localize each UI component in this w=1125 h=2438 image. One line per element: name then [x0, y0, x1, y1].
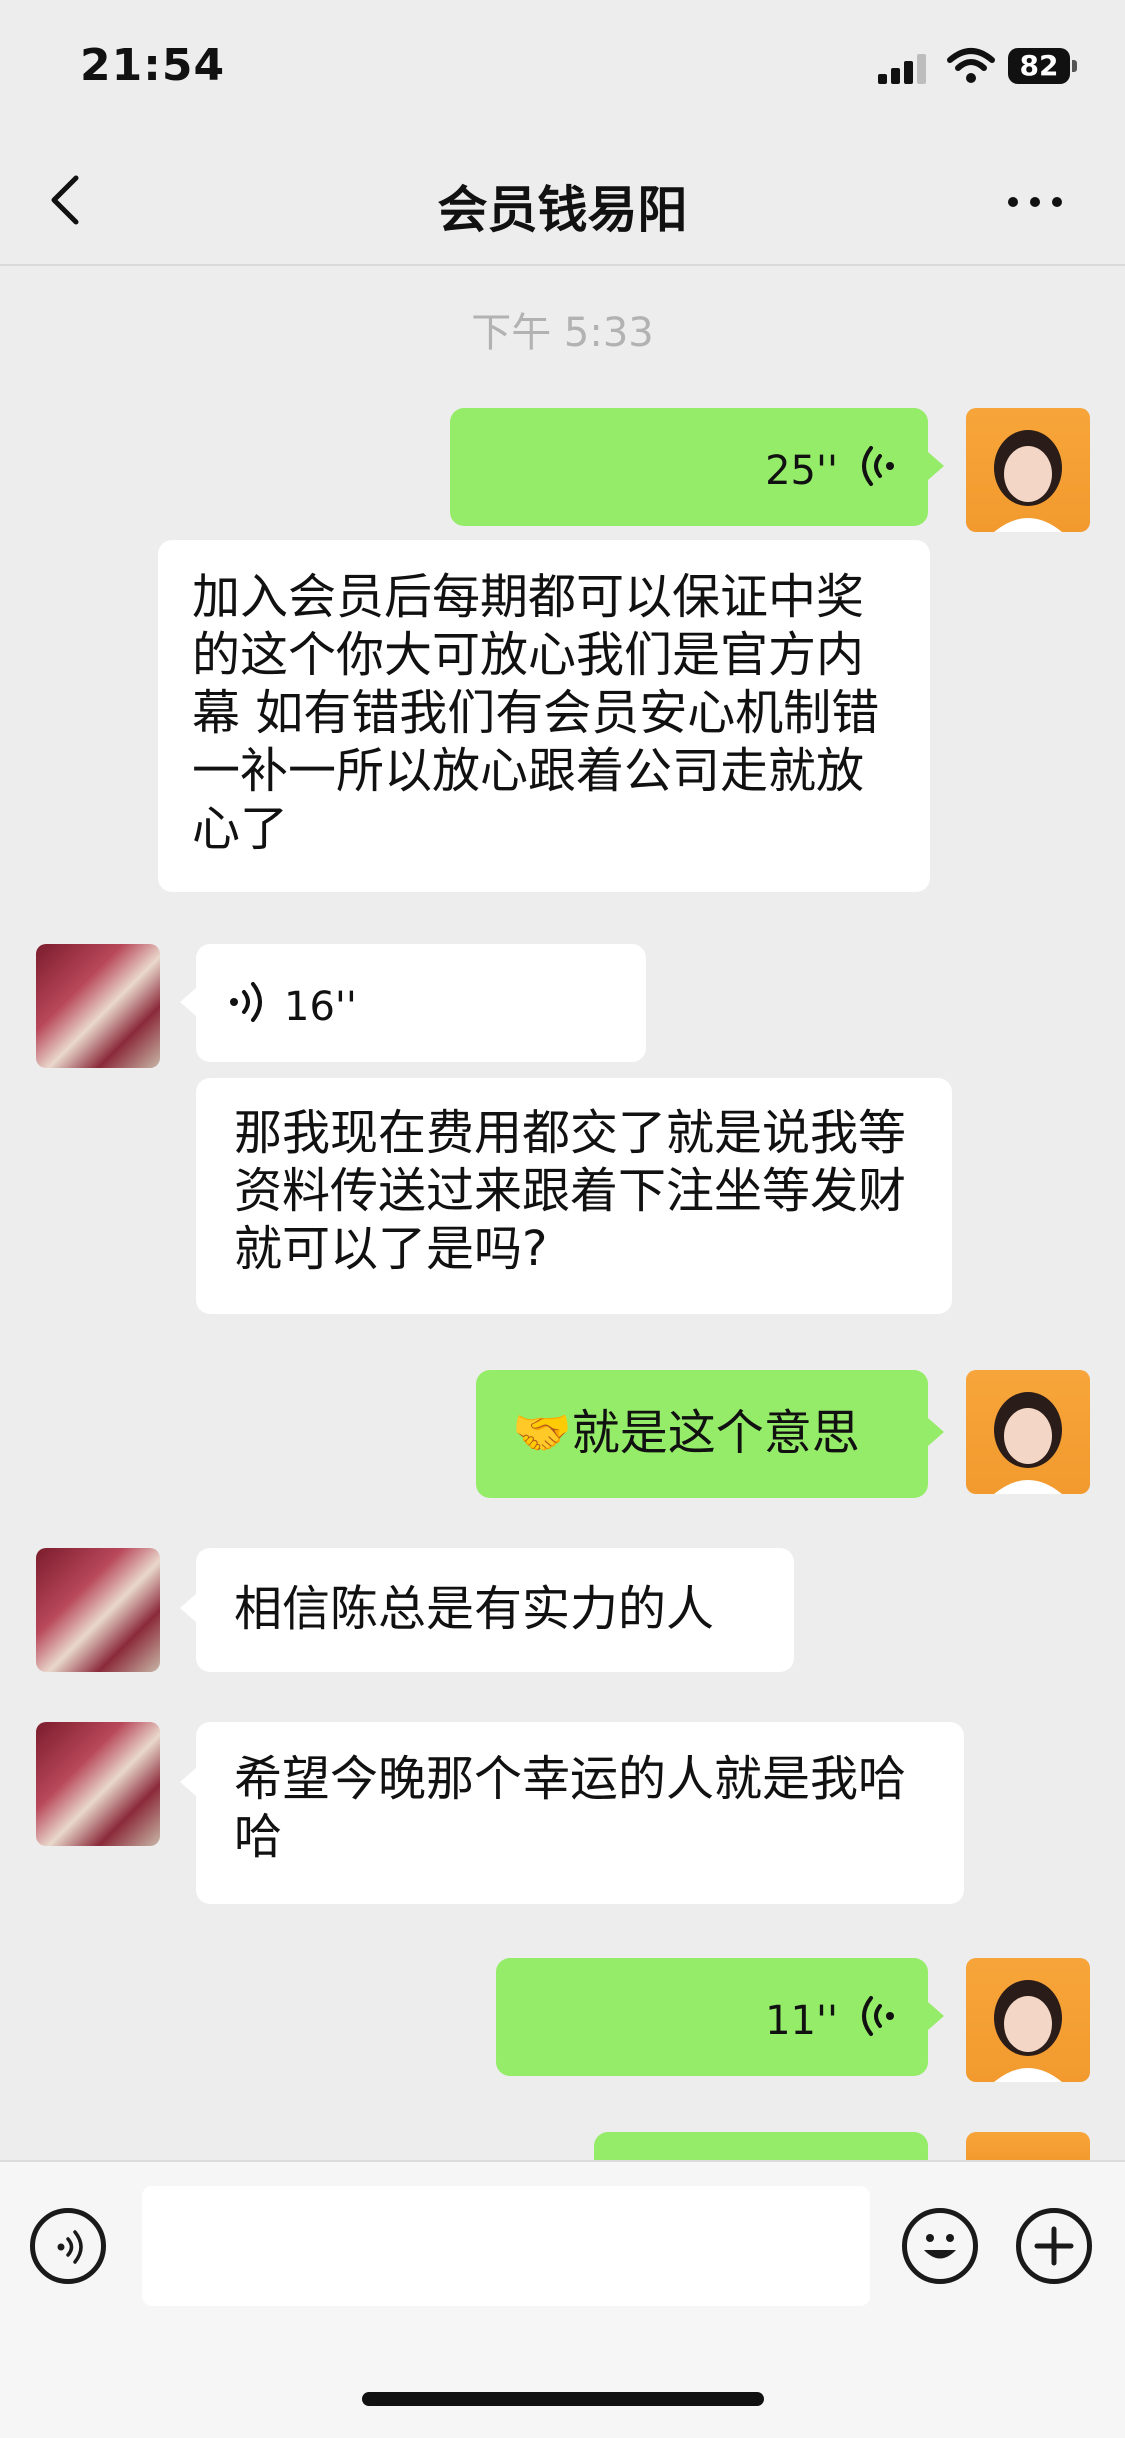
- message-text-bubble: 那我现在费用都交了就是说我等资料传送过来跟着下注坐等发财就可以了是吗?: [196, 1078, 952, 1314]
- voice-message-bubble[interactable]: 25'': [450, 408, 944, 526]
- voice-duration: 16'': [284, 984, 357, 1030]
- voice-wave-icon: [862, 1996, 894, 2036]
- message-text-bubble: 加入会员后每期都可以保证中奖的这个你大可放心我们是官方内幕 如有错我们有会员安心…: [158, 540, 930, 892]
- message-text: 希望今晚那个幸运的人就是我哈哈: [234, 1751, 907, 1865]
- wifi-icon: [947, 48, 995, 83]
- chat-header: 会员钱易阳: [0, 140, 1125, 266]
- voice-duration: 25'': [765, 448, 838, 494]
- status-time: 21:54: [80, 40, 226, 91]
- handshake-emoji: 🤝: [512, 1405, 572, 1461]
- voice-message-bubble[interactable]: 11'': [496, 1958, 944, 2076]
- contact-avatar[interactable]: [36, 944, 160, 1068]
- home-indicator: [362, 2392, 764, 2406]
- message-bubble-partial: [594, 2132, 928, 2160]
- message-text: 加入会员后每期都可以保证中奖的这个你大可放心我们是官方内幕 如有错我们有会员安心…: [192, 569, 880, 857]
- message-text: 就是这个意思: [571, 1405, 860, 1461]
- message-text-bubble: 希望今晚那个幸运的人就是我哈哈: [180, 1722, 964, 1904]
- message-text: 相信陈总是有实力的人: [234, 1581, 715, 1637]
- voice-input-icon[interactable]: [30, 2208, 106, 2284]
- contact-avatar[interactable]: [36, 1548, 160, 1672]
- voice-wave-icon: [862, 446, 894, 486]
- message-text: 那我现在费用都交了就是说我等资料传送过来跟着下注坐等发财就可以了是吗?: [234, 1105, 907, 1277]
- battery-icon: 82: [1008, 48, 1080, 86]
- voice-message-bubble[interactable]: 16'': [180, 944, 646, 1062]
- battery-level: 82: [1008, 48, 1070, 84]
- voice-duration: 11'': [765, 1998, 838, 2044]
- plus-icon[interactable]: [1016, 2208, 1092, 2284]
- message-input[interactable]: [142, 2186, 870, 2306]
- self-avatar[interactable]: [966, 2132, 1090, 2160]
- chat-title: 会员钱易阳: [437, 181, 688, 239]
- emoji-icon[interactable]: [902, 2208, 978, 2284]
- contact-avatar[interactable]: [36, 1722, 160, 1846]
- signal-icon: [878, 52, 930, 84]
- message-text-bubble: 🤝就是这个意思: [476, 1370, 944, 1498]
- self-avatar[interactable]: [966, 408, 1090, 532]
- self-avatar[interactable]: [966, 1370, 1090, 1494]
- voice-wave-icon: [230, 982, 262, 1022]
- self-avatar[interactable]: [966, 1958, 1090, 2082]
- message-timestamp: 下午 5:33: [471, 310, 654, 356]
- more-dots-icon[interactable]: [1000, 170, 1070, 230]
- message-text-bubble: 相信陈总是有实力的人: [180, 1548, 794, 1672]
